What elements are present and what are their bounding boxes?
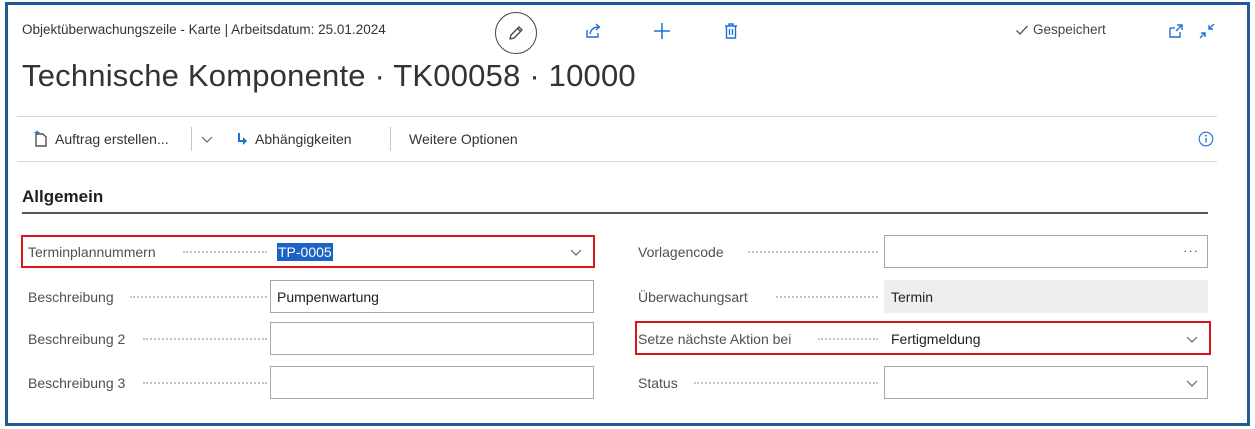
edit-button[interactable] <box>495 12 537 54</box>
section-title-general: Allgemein <box>22 187 104 206</box>
breadcrumb: Objektüberwachungszeile - Karte | Arbeit… <box>22 22 386 37</box>
open-new-window-icon <box>1169 24 1183 38</box>
field-row-monitoring-type: Überwachungsart Termin <box>636 280 1211 313</box>
label-leader <box>143 382 267 384</box>
field-label: Status <box>638 374 678 391</box>
chevron-down-icon <box>1186 380 1198 387</box>
create-order-dropdown[interactable] <box>201 117 213 161</box>
status-dropdown[interactable] <box>884 366 1208 399</box>
divider <box>390 127 391 151</box>
checkmark-icon <box>1016 25 1028 35</box>
label-leader <box>748 251 878 253</box>
delete-button[interactable] <box>718 18 744 44</box>
collapse-button[interactable] <box>1194 18 1220 44</box>
highlight-box <box>21 235 595 268</box>
section-divider <box>22 212 1208 214</box>
chevron-down-icon <box>201 136 213 143</box>
description-2-field[interactable] <box>270 322 594 355</box>
label-leader <box>130 296 267 298</box>
label-leader <box>143 338 267 340</box>
dependencies-label: Abhängigkeiten <box>255 131 352 147</box>
share-button[interactable] <box>580 18 606 44</box>
field-row-template-code: Vorlagencode ··· <box>636 235 1211 268</box>
description-field[interactable]: Pumpenwartung <box>270 280 594 313</box>
more-options-label: Weitere Optionen <box>409 131 518 147</box>
more-options-action[interactable]: Weitere Optionen <box>409 117 518 161</box>
create-order-label: Auftrag erstellen... <box>55 131 169 147</box>
trash-icon <box>725 23 737 39</box>
field-value: Termin <box>891 288 934 305</box>
new-document-icon <box>34 130 47 147</box>
template-code-field[interactable]: ··· <box>884 235 1208 268</box>
field-row-description: Beschreibung Pumpenwartung <box>25 280 595 313</box>
arrow-down-right-icon <box>238 133 247 145</box>
field-row-status: Status <box>636 366 1211 399</box>
collapse-icon <box>1199 23 1215 39</box>
saved-label: Gespeichert <box>1033 22 1106 37</box>
plus-icon <box>654 23 670 39</box>
label-leader <box>776 296 878 298</box>
create-order-action[interactable]: Auftrag erstellen... <box>33 117 169 161</box>
field-label: Vorlagencode <box>638 243 724 260</box>
field-row-description-2: Beschreibung 2 <box>25 322 595 355</box>
lookup-ellipsis-icon[interactable]: ··· <box>1183 243 1199 258</box>
field-label: Überwachungsart <box>638 288 748 305</box>
divider <box>191 127 192 151</box>
monitoring-type-field: Termin <box>884 280 1208 313</box>
saved-status: Gespeichert <box>1015 22 1106 37</box>
info-icon <box>1198 131 1214 147</box>
info-button[interactable] <box>1198 117 1214 161</box>
field-label: Beschreibung 2 <box>28 330 126 347</box>
field-label: Beschreibung 3 <box>28 374 126 391</box>
description-3-field[interactable] <box>270 366 594 399</box>
share-icon <box>586 23 601 38</box>
new-button[interactable] <box>649 18 675 44</box>
page-title: Technische Komponente · TK00058 · 10000 <box>22 58 636 93</box>
field-row-description-3: Beschreibung 3 <box>25 366 595 399</box>
pencil-icon <box>509 26 523 40</box>
label-leader <box>694 382 878 384</box>
highlight-box <box>635 321 1211 355</box>
dependencies-action[interactable]: Abhängigkeiten <box>235 117 352 161</box>
field-value: Pumpenwartung <box>277 288 379 305</box>
action-bar: Auftrag erstellen... Abhängigkeiten Weit… <box>17 116 1217 162</box>
open-new-window-button[interactable] <box>1163 18 1189 44</box>
field-label: Beschreibung <box>28 288 114 305</box>
